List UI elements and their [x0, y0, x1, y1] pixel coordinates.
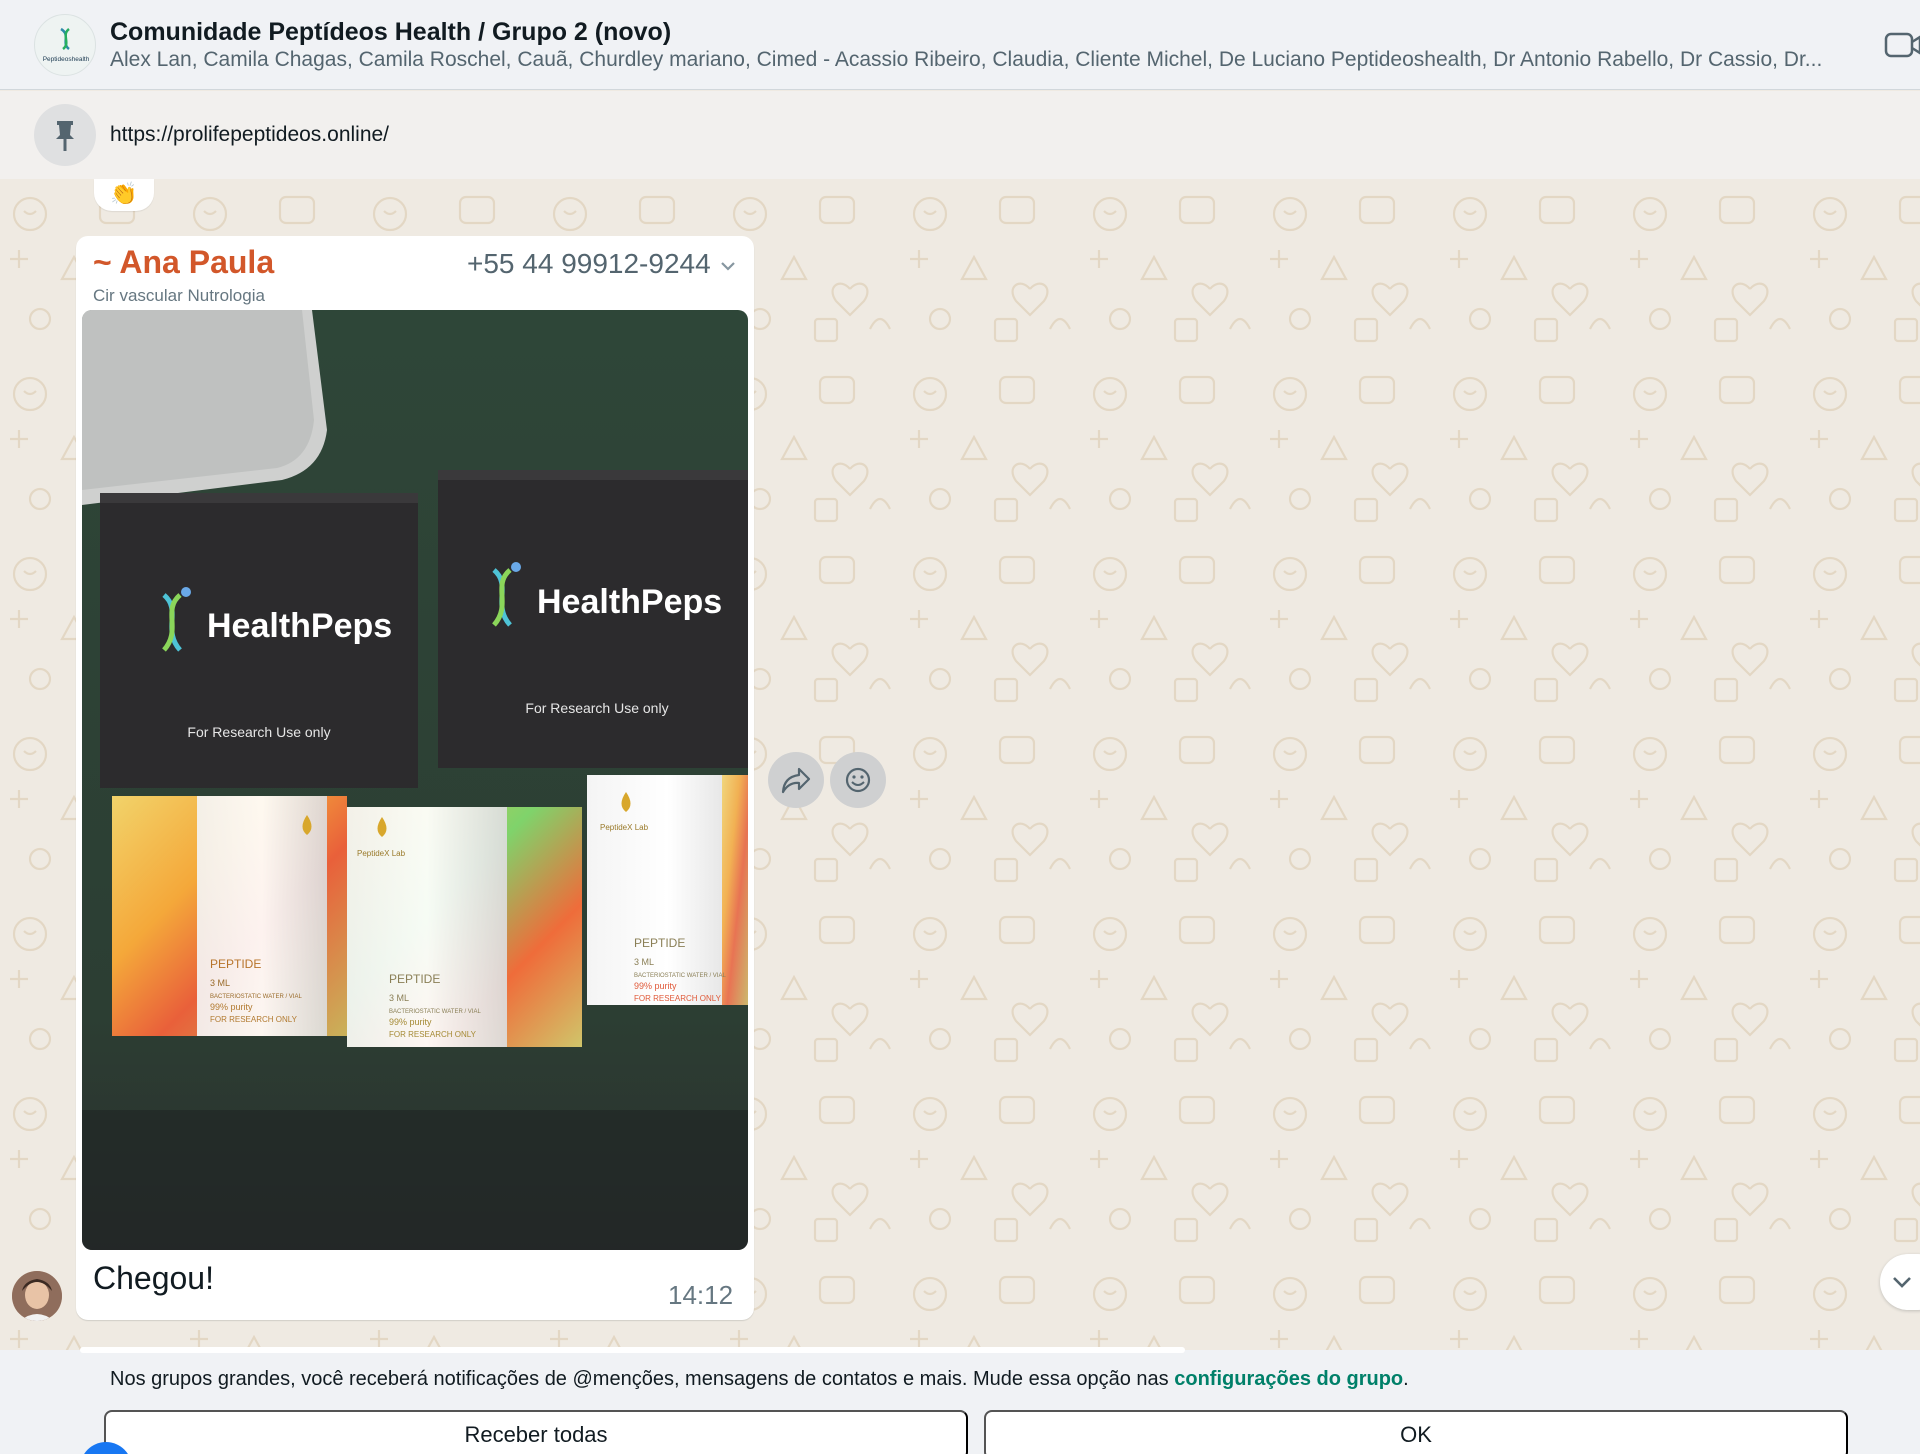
- chat-area: 👏 ~ Ana Paula +55 44 99912-9244 Cir vasc…: [0, 179, 1920, 1350]
- box-subtext-1: For Research Use only: [187, 724, 330, 740]
- message-caption: Chegou!: [93, 1260, 214, 1296]
- message-photo[interactable]: HealthPeps For Research Use only HealthP…: [82, 310, 748, 1250]
- vial-line2-2: BACTERIOSTATIC WATER / VIAL: [389, 1009, 481, 1015]
- scroll-down-button[interactable]: [1880, 1254, 1920, 1310]
- group-notification-notice: Nos grupos grandes, você receberá notifi…: [0, 1347, 1920, 1454]
- forward-icon[interactable]: [768, 752, 824, 808]
- sender-avatar[interactable]: [12, 1271, 62, 1321]
- sender-phone: +55 44 99912-9244: [467, 248, 711, 279]
- vial-line3-3: 99% purity: [634, 981, 677, 991]
- vial-brand-2: PeptideX Lab: [357, 849, 406, 858]
- group-avatar-label: Peptideoshealth: [43, 56, 90, 63]
- message-bubble[interactable]: ~ Ana Paula +55 44 99912-9244 Cir vascul…: [76, 236, 754, 1320]
- vial-line3-2: 99% purity: [389, 1017, 432, 1027]
- group-settings-link[interactable]: configurações do grupo: [1174, 1368, 1403, 1390]
- notice-text-main: Nos grupos grandes, você receberá notifi…: [110, 1368, 1175, 1390]
- vial-line1-1: 3 ML: [210, 978, 230, 988]
- chevron-down-icon: [1893, 1277, 1911, 1288]
- video-camera-icon[interactable]: [1884, 30, 1920, 60]
- box-brand-1: HealthPeps: [207, 607, 392, 645]
- vial-line1-2: 3 ML: [389, 993, 409, 1003]
- dna-logo-icon: Peptideoshealth: [43, 27, 90, 63]
- vial-line1-3: 3 ML: [634, 957, 654, 967]
- message-time: 14:12: [668, 1280, 734, 1310]
- smiley-icon[interactable]: [830, 752, 886, 808]
- notice-text-end: .: [1403, 1368, 1409, 1390]
- vial-line4-1: FOR RESEARCH ONLY: [210, 1015, 298, 1024]
- chat-header: Peptideoshealth Comunidade Peptídeos Hea…: [0, 0, 1920, 90]
- vial-line2-1: BACTERIOSTATIC WATER / VIAL: [210, 994, 302, 1000]
- vial-line2-3: BACTERIOSTATIC WATER / VIAL: [634, 973, 726, 979]
- pinned-link-text[interactable]: https://prolifepeptideos.online/: [110, 123, 389, 147]
- vial-line3-1: 99% purity: [210, 1002, 253, 1012]
- pinned-message-bar[interactable]: https://prolifepeptideos.online/: [0, 91, 1920, 179]
- vial-label-2: PEPTIDE: [389, 972, 440, 986]
- box-brand-2: HealthPeps: [537, 583, 722, 621]
- notice-divider: [80, 1347, 1185, 1353]
- pin-icon: [34, 104, 96, 166]
- chevron-down-icon[interactable]: [716, 254, 740, 278]
- reaction-emoji[interactable]: 👏: [94, 179, 154, 211]
- vial-line4-2: FOR RESEARCH ONLY: [389, 1030, 477, 1039]
- group-title[interactable]: Comunidade Peptídeos Health / Grupo 2 (n…: [110, 18, 671, 47]
- vial-brand-3: PeptideX Lab: [600, 823, 649, 832]
- vial-label-1: PEPTIDE: [210, 957, 261, 971]
- receive-all-button[interactable]: Receber todas: [104, 1410, 968, 1454]
- vial-label-3: PEPTIDE: [634, 936, 685, 950]
- sender-name[interactable]: ~ Ana Paula: [93, 244, 274, 281]
- sender-subtitle: Cir vascular Nutrologia: [93, 286, 265, 305]
- ok-button[interactable]: OK: [984, 1410, 1848, 1454]
- box-subtext-2: For Research Use only: [525, 700, 668, 716]
- notice-text: Nos grupos grandes, você receberá notifi…: [110, 1368, 1409, 1391]
- vial-line4-3: FOR RESEARCH ONLY: [634, 994, 722, 1003]
- group-avatar[interactable]: Peptideoshealth: [34, 14, 96, 76]
- group-members-list[interactable]: Alex Lan, Camila Chagas, Camila Roschel,…: [110, 48, 1830, 72]
